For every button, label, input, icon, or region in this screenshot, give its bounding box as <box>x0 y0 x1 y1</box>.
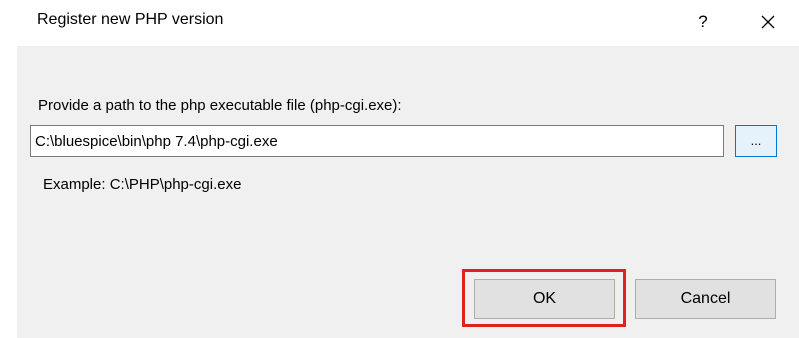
title-bar: Register new PHP version ? <box>0 0 799 46</box>
dialog-window: Register new PHP version ? Provide a pat… <box>0 0 799 338</box>
dialog-title: Register new PHP version <box>37 11 224 28</box>
help-button[interactable]: ? <box>691 8 715 36</box>
ok-button[interactable]: OK <box>474 279 615 319</box>
example-hint: Example: C:\PHP\php-cgi.exe <box>43 176 242 193</box>
close-button[interactable] <box>754 8 782 36</box>
path-prompt-label: Provide a path to the php executable fil… <box>38 97 402 114</box>
cancel-button[interactable]: Cancel <box>635 279 776 319</box>
close-icon <box>761 15 775 29</box>
php-path-input[interactable] <box>30 125 724 157</box>
browse-button[interactable]: ... <box>735 125 777 157</box>
